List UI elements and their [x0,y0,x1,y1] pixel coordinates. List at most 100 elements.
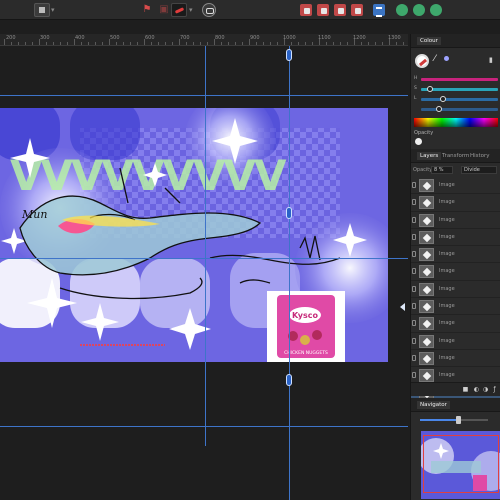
secondary-color-swatch[interactable] [444,56,449,61]
layer-visibility-icon[interactable] [412,216,416,223]
layer-list: Image Image Image Image Image Image Image Image… [411,177,500,402]
horizontal-ruler[interactable]: 200 300 400 500 600 700 800 900 1000 110… [0,34,408,46]
align-icon[interactable] [373,4,385,17]
transform-handle[interactable] [286,207,292,219]
alpha-slider[interactable] [414,106,498,113]
lightness-slider-track[interactable] [421,98,498,101]
ruler-tick [179,39,180,45]
navigator-zoom-slider[interactable] [414,416,498,424]
transform-handle[interactable] [286,374,292,386]
insert-top-icon[interactable] [413,4,425,16]
ruler-tick [109,39,110,45]
tab-history[interactable]: History [467,152,493,160]
boolean-xor-icon[interactable] [351,4,363,16]
ruler-tick [4,39,5,45]
layer-visibility-icon[interactable] [412,199,416,206]
transform-handle[interactable] [286,49,292,61]
ruler-tick [221,42,222,45]
layer-row[interactable]: Image [411,281,500,299]
layer-row[interactable]: Image [411,177,500,195]
layer-row[interactable]: Image [411,212,500,229]
layer-thumbnail [419,265,434,279]
persona-menu-caret-icon[interactable]: ▾ [189,3,195,17]
layer-name: Image [439,303,455,310]
guide-vertical[interactable] [289,46,290,500]
navigator-viewport-frame[interactable] [423,435,499,493]
fx-icon[interactable]: ƒ [491,386,498,393]
layer-visibility-icon[interactable] [412,233,416,240]
layer-visibility-icon[interactable] [412,354,416,361]
eyedropper-icon[interactable]: ⁄ [434,54,444,64]
layer-settings-icon[interactable]: ■ [462,386,469,393]
tab-navigator[interactable]: Navigator [417,401,450,409]
assistant-icon[interactable] [202,3,216,17]
layer-row[interactable]: Image [411,350,500,368]
ruler-tick [312,42,313,45]
hue-slider[interactable]: H [414,76,498,83]
opacity-icon[interactable] [415,138,422,145]
persona-draw-icon[interactable] [171,3,187,17]
layer-visibility-icon[interactable] [412,251,416,258]
document-icon[interactable] [34,3,50,17]
layer-visibility-icon[interactable] [412,372,416,379]
artwork-image[interactable]: VVVVVVVVV [0,108,388,362]
mask-icon[interactable]: ◐ [473,386,480,393]
guide-horizontal[interactable] [0,426,408,427]
saturation-slider-label: S [414,86,417,91]
color-panel: Colour ⁄ ▮ H S L Opacity [411,34,500,149]
alpha-slider-track[interactable] [421,108,498,111]
layer-row[interactable]: Image [411,194,500,212]
ruler-tick [214,39,215,45]
layer-visibility-icon[interactable] [412,320,416,327]
saturation-knob[interactable] [427,86,433,92]
navigator-preview[interactable] [421,431,500,499]
lightness-slider[interactable]: L [414,96,498,103]
layer-visibility-icon[interactable] [412,337,416,344]
ruler-tick [361,42,362,45]
layer-visibility-icon[interactable] [412,285,416,292]
insert-inside-icon[interactable] [430,4,442,16]
layer-row[interactable]: Image [411,263,500,281]
saturation-slider[interactable]: S [414,86,498,93]
right-panel: Colour ⁄ ▮ H S L Opacity Layers Transfor… [410,34,500,500]
ruler-tick [67,42,68,45]
ruler-tick-label: 400 [75,35,85,41]
guide-horizontal[interactable] [0,95,408,96]
canvas-area[interactable]: VVVVVVVVV [0,46,408,500]
guide-vertical[interactable] [205,46,206,446]
zoom-knob[interactable] [456,416,461,424]
color-spectrum[interactable] [414,118,498,127]
adjustment-icon[interactable]: ◑ [482,386,489,393]
ruler-tick [256,42,257,45]
persona-export-icon[interactable]: ▣ [157,3,171,17]
edge-handle-icon[interactable] [400,303,405,311]
alpha-knob[interactable] [436,106,442,112]
layer-row[interactable]: Image [411,229,500,247]
document-menu-caret-icon[interactable]: ▾ [51,3,57,17]
insert-behind-icon[interactable] [396,4,408,16]
ruler-tick [284,39,285,45]
layer-visibility-icon[interactable] [412,182,416,188]
layer-visibility-icon[interactable] [412,268,416,275]
tab-colour[interactable]: Colour [417,37,441,45]
color-well-icon[interactable] [415,54,429,68]
layer-row[interactable]: Image [411,315,500,333]
lightness-knob[interactable] [440,96,446,102]
boolean-add-icon[interactable] [300,4,312,16]
layer-visibility-icon[interactable] [412,303,416,310]
persona-pixel-icon[interactable]: ⚑ [140,3,154,17]
lock-icon[interactable]: ▮ [489,56,495,64]
boolean-subtract-icon[interactable] [317,4,329,16]
blend-mode-select[interactable]: Divide [461,166,497,174]
layer-name: Image [439,251,455,258]
layer-row[interactable]: Image [411,246,500,264]
tab-layers[interactable]: Layers [417,152,442,160]
layer-row[interactable]: Image [411,298,500,316]
hue-slider-track[interactable] [421,78,498,81]
layer-row[interactable]: Image [411,333,500,350]
ruler-tick [60,42,61,45]
guide-horizontal[interactable] [0,258,408,259]
ruler-tick [95,42,96,45]
layer-opacity-input[interactable]: 8 % [431,166,453,174]
boolean-intersect-icon[interactable] [334,4,346,16]
